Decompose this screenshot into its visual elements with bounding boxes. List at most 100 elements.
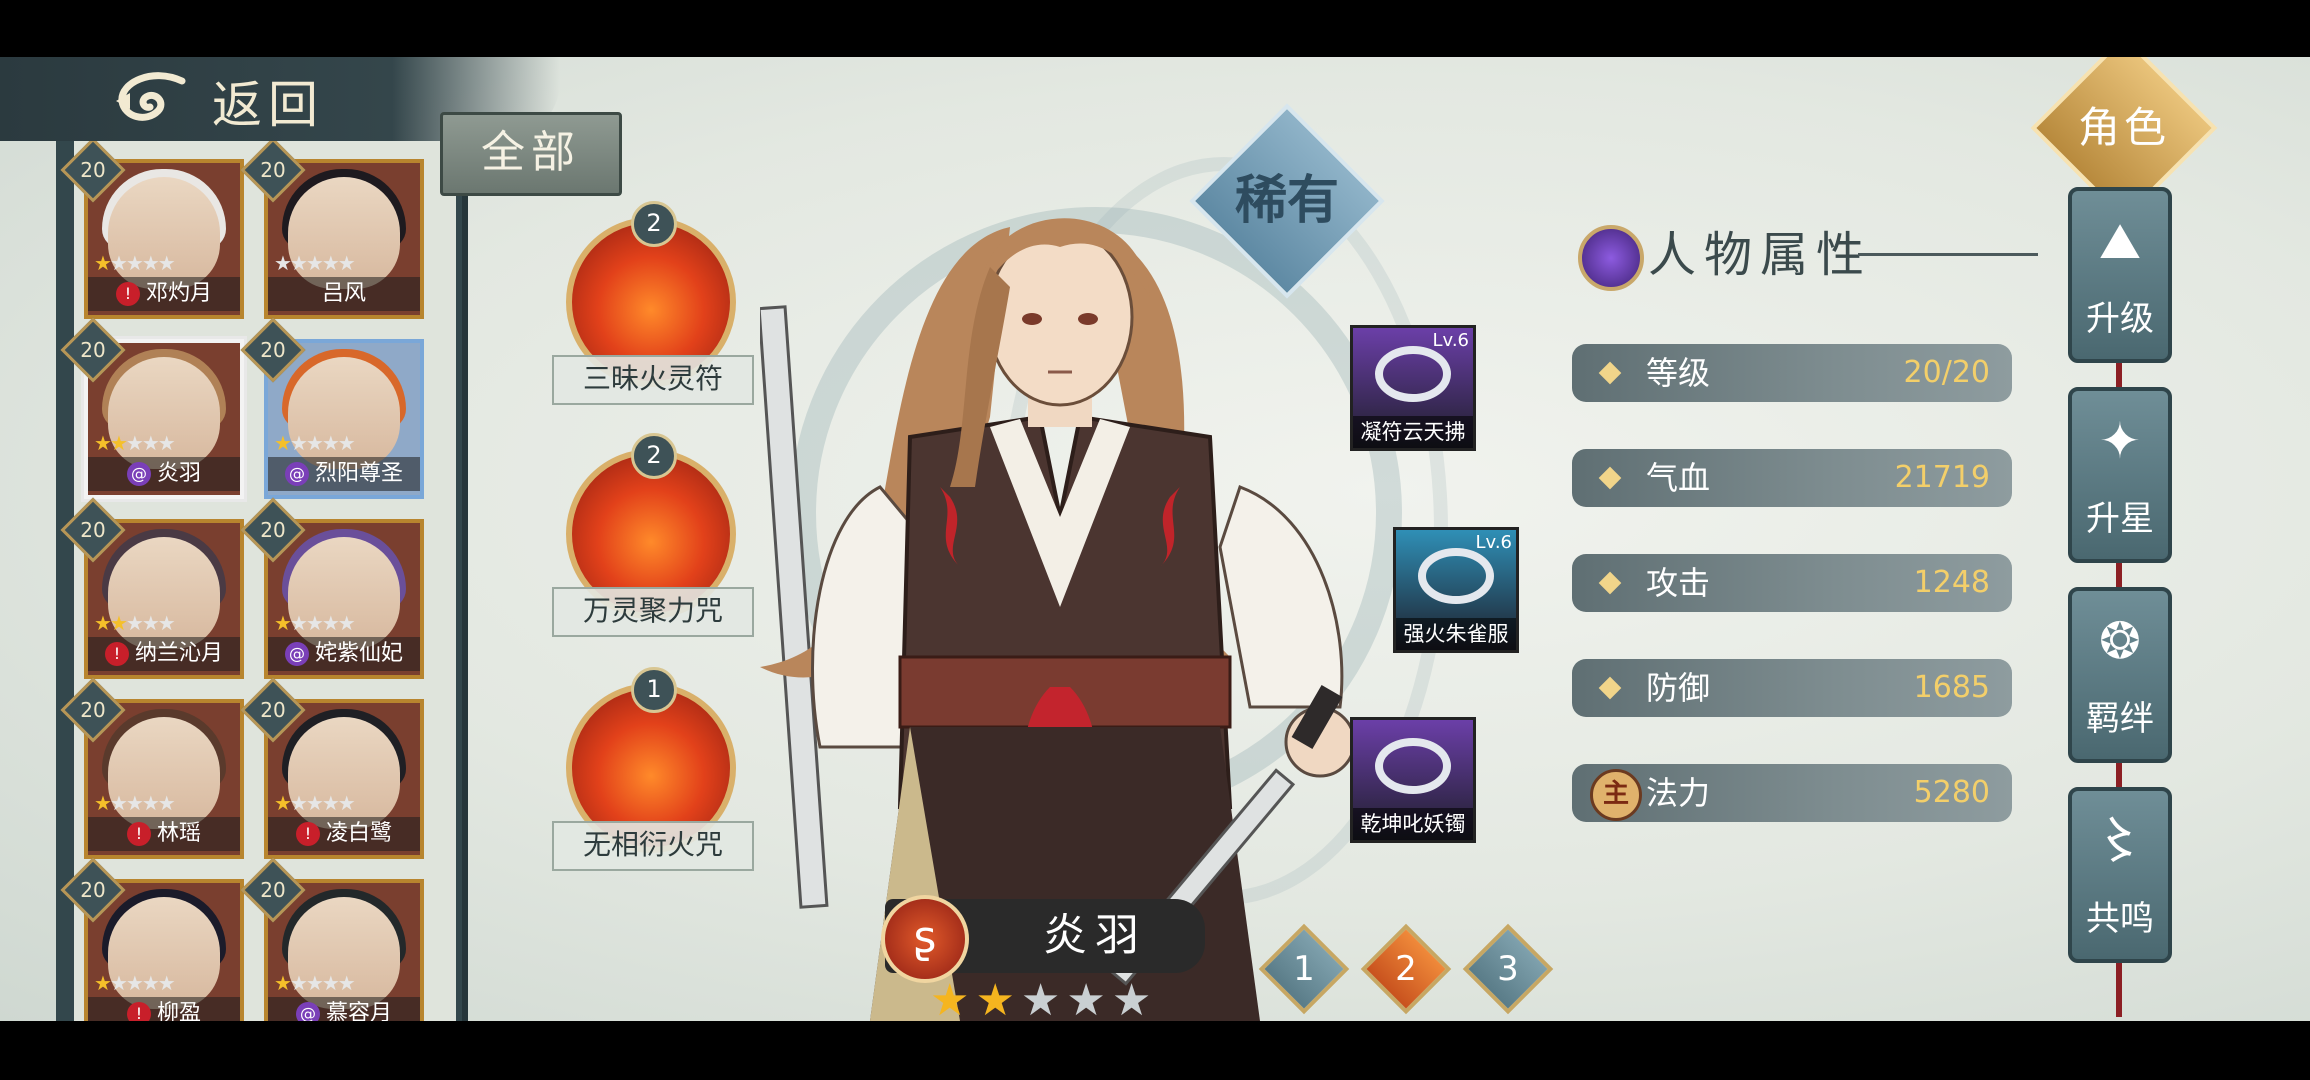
star-icon: ★ — [141, 251, 160, 275]
skill-name: 无相衍火咒 — [552, 821, 754, 871]
equipment-name: 乾坤叱妖镯 — [1353, 808, 1473, 840]
page-tab-3[interactable]: 3 — [1462, 923, 1554, 1015]
alert-icon: ! — [295, 822, 320, 846]
hero-name: 烈阳尊圣 — [314, 461, 403, 486]
card-stars: ★★★★★ — [274, 791, 356, 815]
equipment-slot[interactable]: Lv.6 凝符云天拂 — [1350, 325, 1476, 451]
card-stars: ★★★★★ — [274, 251, 356, 275]
star-icon: ★ — [305, 971, 324, 995]
star-swirl-icon: ✦ — [2099, 412, 2141, 470]
back-button[interactable]: 返回 — [212, 65, 324, 137]
spiral-icon: @ — [284, 462, 309, 486]
star-icon: ★ — [305, 251, 324, 275]
attribute-row: 等级 20/20 — [1572, 344, 2012, 402]
attribute-value: 20/20 — [1903, 355, 1990, 390]
attribute-row: 主法力 5280 — [1572, 764, 2012, 822]
role-tab-label: 角色 — [2077, 103, 2170, 152]
hero-name: 慕容月 — [325, 1001, 392, 1021]
resonance-icon: 〻 — [2095, 812, 2145, 870]
skill-level: 2 — [631, 201, 677, 247]
hero-name: 炎羽 — [156, 461, 201, 486]
attribute-value: 1248 — [1913, 565, 1990, 600]
card-name: ! 纳兰沁月 — [88, 637, 240, 671]
diamond-icon — [1598, 361, 1622, 385]
level-value: 20 — [260, 338, 286, 362]
spiral-icon: @ — [295, 1002, 320, 1021]
menu-button-1[interactable]: ⛰ 升级 — [2068, 187, 2172, 363]
star-icon: ★ — [125, 611, 144, 635]
level-value: 20 — [260, 518, 286, 542]
star-icon: ★ — [289, 431, 308, 455]
roster-list[interactable]: ★★★★★! 邓灼月 20 ★★★★★ 吕风 20 ★★★★★ @ 炎羽 20 ★★★★★ @ 烈阳尊圣… — [60, 137, 456, 1021]
attribute-row: 攻击 1248 — [1572, 554, 2012, 612]
attribute-row: 气血 21719 — [1572, 449, 2012, 507]
attribute-value: 1685 — [1913, 670, 1990, 705]
alert-icon: ! — [126, 1002, 151, 1021]
star-icon: ★ — [94, 611, 112, 635]
star-icon: ★ — [337, 791, 356, 815]
star-icon: ★ — [125, 791, 144, 815]
star-icon: ★ — [109, 971, 128, 995]
star-icon: ★ — [274, 431, 292, 455]
star-icon: ★ — [141, 431, 160, 455]
star-icon: ★ — [337, 431, 356, 455]
star-icon: ★ — [274, 971, 292, 995]
diamond-icon — [1598, 676, 1622, 700]
equipment-item-icon — [1375, 738, 1451, 794]
star-icon: ★ — [321, 431, 340, 455]
star-icon: ★ — [274, 791, 292, 815]
hero-name: 林瑶 — [156, 821, 201, 846]
mountain-icon: ⛰ — [2099, 212, 2141, 270]
equipment-name: 凝符云天拂 — [1353, 416, 1473, 448]
star-icon: ★ — [930, 975, 976, 1021]
card-stars: ★★★★★ — [94, 431, 176, 455]
star-icon: ★ — [337, 611, 356, 635]
star-icon: ★ — [109, 431, 128, 455]
star-icon: ★ — [337, 971, 356, 995]
diamond-icon — [1598, 571, 1622, 595]
hero-name: 柳盈 — [156, 1001, 201, 1021]
page-tab-label: 3 — [1497, 949, 1519, 989]
star-icon: ★ — [94, 971, 112, 995]
star-icon: ★ — [157, 251, 176, 275]
filter-tab-all[interactable]: 全部 — [440, 112, 622, 196]
menu-button-4[interactable]: 〻共鸣 — [2068, 787, 2172, 963]
level-value: 20 — [260, 158, 286, 182]
attribute-label: 气血 — [1646, 459, 1711, 497]
menu-label: 共鸣 — [2086, 899, 2154, 939]
level-value: 20 — [260, 878, 286, 902]
level-value: 20 — [80, 518, 106, 542]
back-cloud-icon[interactable] — [112, 71, 190, 127]
character-name: 炎羽 — [1043, 910, 1147, 961]
card-stars: ★★★★★ — [274, 431, 356, 455]
star-icon: ★ — [157, 611, 176, 635]
card-stars: ★★★★★ — [94, 611, 176, 635]
menu-button-2[interactable]: ✦ 升星 — [2068, 387, 2172, 563]
character-star-rating: ★★★★★ — [930, 975, 1157, 1021]
skill-name: 万灵聚力咒 — [552, 587, 754, 637]
spiral-icon — [1578, 225, 1644, 291]
equipment-slot[interactable]: Lv.6 强火朱雀服 — [1393, 527, 1519, 653]
star-icon: ★ — [1020, 975, 1067, 1021]
attribute-label: 等级 — [1646, 354, 1711, 392]
menu-button-3[interactable]: ❂ 羁绊 — [2068, 587, 2172, 763]
star-icon: ★ — [109, 791, 128, 815]
menu-label: 升星 — [2086, 499, 2154, 539]
card-name: @ 烈阳尊圣 — [268, 457, 420, 491]
main-attribute-icon: 主 — [1590, 769, 1642, 821]
attribute-value: 5280 — [1913, 775, 1990, 810]
card-name: @ 姹紫仙妃 — [268, 637, 420, 671]
equipment-level: Lv.6 — [1432, 330, 1469, 351]
star-icon: ★ — [289, 791, 308, 815]
card-stars: ★★★★★ — [94, 971, 176, 995]
star-icon: ★ — [141, 791, 160, 815]
star-icon: ★ — [289, 251, 308, 275]
header-divider — [1858, 253, 2038, 256]
equipment-slot[interactable]: 乾坤叱妖镯 — [1350, 717, 1476, 843]
alert-icon: ! — [126, 822, 151, 846]
diamond-icon — [1598, 466, 1622, 490]
attribute-value: 21719 — [1894, 460, 1990, 495]
level-value: 20 — [80, 878, 106, 902]
attribute-label: 攻击 — [1646, 564, 1711, 602]
bond-swirl-icon: ❂ — [2099, 612, 2141, 670]
